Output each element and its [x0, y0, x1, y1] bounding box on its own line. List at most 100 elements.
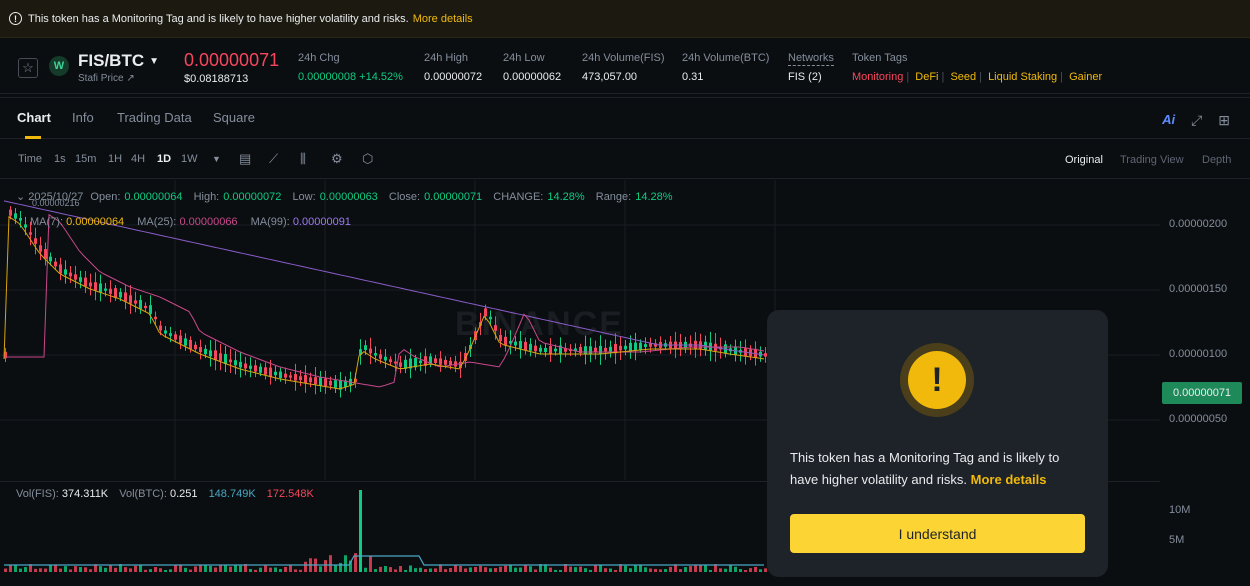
pair-selector[interactable]: FIS/BTC ▼	[78, 51, 159, 71]
ai-icon[interactable]: Ai	[1162, 112, 1175, 129]
timeframe-dropdown-icon[interactable]: ▼	[212, 154, 221, 164]
volume-bar	[614, 569, 617, 572]
candle-body	[64, 269, 67, 275]
volume-bar	[729, 564, 732, 572]
candle-body	[434, 358, 437, 363]
volume-bar	[739, 569, 742, 572]
modal-more-details-link[interactable]: More details	[971, 472, 1047, 487]
volume-bar	[589, 569, 592, 572]
timeframe-1d[interactable]: 1D	[157, 153, 171, 165]
favorite-star-icon[interactable]: ☆	[18, 58, 38, 78]
volume-ma-line	[4, 555, 764, 566]
volume-bar	[169, 569, 172, 572]
candle-body	[259, 366, 262, 373]
timeframe-4h[interactable]: 4H	[131, 153, 145, 165]
volume-legend: Vol(FIS): 374.311K Vol(BTC): 0.251 148.7…	[16, 488, 314, 500]
candle-body	[14, 213, 17, 219]
banner-text: This token has a Monitoring Tag and is l…	[28, 12, 409, 25]
hexagon-icon[interactable]: ⬡	[362, 151, 373, 167]
view-original[interactable]: Original	[1065, 154, 1103, 166]
stat-label: Networks	[788, 52, 834, 66]
candle-body	[234, 360, 237, 366]
volume-bar	[299, 569, 302, 572]
volume-bar	[759, 569, 762, 572]
view-trading-view[interactable]: Trading View	[1120, 154, 1184, 166]
timeframe-1h[interactable]: 1H	[108, 153, 122, 165]
ma25-line	[4, 213, 765, 388]
vol-fis-value: 374.311K	[61, 488, 109, 500]
tag-gainer[interactable]: Gainer	[1069, 71, 1102, 83]
volume-bar	[764, 568, 767, 572]
candle-body	[539, 347, 542, 352]
volume-bar	[499, 566, 502, 572]
volume-bar	[24, 567, 27, 572]
volume-bar	[734, 566, 737, 572]
last-price: 0.00000071	[184, 50, 280, 70]
candle-body	[34, 238, 37, 244]
timeframe-15m[interactable]: 15m	[75, 153, 96, 165]
modal-message: This token has a Monitoring Tag and is l…	[790, 447, 1090, 491]
collapse-chevron-icon[interactable]: ⌄	[16, 191, 25, 203]
ohlc-close: 0.00000071	[424, 191, 483, 203]
volume-bar	[379, 566, 382, 572]
stat-value: 0.00000008 +14.52%	[298, 71, 403, 83]
volume-bar	[644, 567, 647, 572]
volume-bar	[489, 568, 492, 572]
volume-bar	[689, 566, 692, 572]
candle-body	[114, 288, 117, 298]
expand-icon[interactable]: ⤢	[1191, 112, 1202, 129]
tag-monitoring[interactable]: Monitoring	[852, 71, 903, 83]
volume-bar	[239, 565, 242, 572]
volume-bar	[569, 566, 572, 572]
candle-body	[534, 345, 537, 352]
layout-grid-icon[interactable]: ⊞	[1218, 112, 1230, 129]
tab-trading-data[interactable]: Trading Data	[117, 110, 192, 125]
candle-body	[634, 342, 637, 351]
candle-body	[239, 361, 242, 368]
volume-bar	[414, 568, 417, 572]
tab-square[interactable]: Square	[213, 110, 255, 125]
y-axis-label: 0.00000050	[1169, 413, 1228, 425]
tab-chart[interactable]: Chart	[17, 110, 51, 125]
candle-body	[284, 373, 287, 378]
vol-ma1-value: 148.749K	[208, 488, 256, 500]
coin-subname-text: Stafi Price	[78, 73, 124, 84]
volume-bar	[149, 569, 152, 572]
candle-body	[254, 365, 257, 372]
candle-body	[554, 348, 557, 352]
indicator-icon[interactable]: ⟋	[269, 151, 278, 167]
volume-bar	[334, 564, 337, 572]
volume-bar	[339, 562, 342, 572]
stat-value: 0.31	[682, 71, 704, 83]
timeframe-time[interactable]: Time	[18, 153, 42, 165]
timeframe-1w[interactable]: 1W	[181, 153, 198, 165]
banner-more-details-link[interactable]: More details	[413, 13, 473, 25]
tag-defi[interactable]: DeFi	[915, 71, 938, 83]
volume-bar	[164, 569, 167, 572]
view-depth[interactable]: Depth	[1202, 154, 1231, 166]
volume-bar	[454, 565, 457, 572]
volume-bar	[284, 566, 287, 572]
tab-info[interactable]: Info	[72, 110, 94, 125]
monitoring-banner: ! This token has a Monitoring Tag and is…	[0, 0, 1250, 38]
tag-seed[interactable]: Seed	[950, 71, 976, 83]
candle-body	[599, 345, 602, 355]
volume-bar	[229, 566, 232, 572]
ohlc-close-label: Close:	[388, 191, 421, 203]
stat-label: 24h Volume(FIS)	[582, 52, 665, 64]
tag-liquid-staking[interactable]: Liquid Staking	[988, 71, 1057, 83]
warning-icon: !	[900, 343, 974, 417]
candle-body	[589, 346, 592, 354]
volume-bar	[534, 569, 537, 572]
calendar-icon[interactable]: ▤	[239, 151, 251, 167]
candle-body	[274, 371, 277, 376]
timeframe-1s[interactable]: 1s	[54, 153, 66, 165]
coin-subname[interactable]: Stafi Price ↗	[78, 73, 135, 84]
i-understand-button[interactable]: I understand	[790, 514, 1085, 553]
chart-settings-icon[interactable]: ⚙	[331, 151, 343, 167]
coin-logo: W	[49, 56, 69, 76]
candle-type-icon[interactable]: ⫼	[300, 151, 306, 167]
y-axis-label: 0.00000200	[1169, 218, 1228, 230]
volume-bar	[294, 569, 297, 572]
stat-networks[interactable]: Networks FIS (2)	[788, 52, 834, 83]
